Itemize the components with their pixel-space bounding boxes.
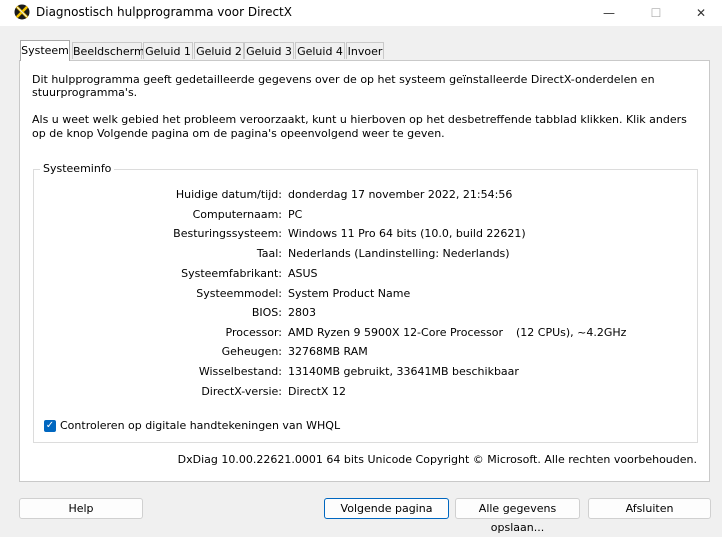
info-label: Besturingssysteem: bbox=[173, 227, 282, 240]
info-row-memory: Geheugen: 32768MB RAM bbox=[34, 345, 694, 363]
info-value-cpu-count: (12 CPUs), ~4.2GHz bbox=[516, 326, 627, 339]
copyright-info: DxDiag 10.00.22621.0001 64 bits Unicode … bbox=[177, 453, 697, 466]
systeminfo-group: Systeeminfo Huidige datum/tijd: donderda… bbox=[33, 162, 698, 443]
minimize-button[interactable]: — bbox=[586, 0, 632, 26]
info-row-bios: BIOS: 2803 bbox=[34, 306, 694, 324]
info-row-pagefile: Wisselbestand: 13140MB gebruikt, 33641MB… bbox=[34, 365, 694, 383]
tab-beeldscherm[interactable]: Beeldscherm bbox=[72, 42, 145, 59]
info-row-directx: DirectX-versie: DirectX 12 bbox=[34, 385, 694, 403]
info-row-manufacturer: Systeemfabrikant: ASUS bbox=[34, 267, 694, 285]
window-title: Diagnostisch hulpprogramma voor DirectX bbox=[36, 5, 292, 19]
info-row-os: Besturingssysteem: Windows 11 Pro 64 bit… bbox=[34, 227, 694, 245]
info-row-computername: Computernaam: PC bbox=[34, 208, 694, 226]
info-row-model: Systeemmodel: System Product Name bbox=[34, 287, 694, 305]
info-value: 32768MB RAM bbox=[288, 345, 368, 358]
info-label: Taal: bbox=[256, 247, 282, 260]
info-label: Geheugen: bbox=[221, 345, 282, 358]
save-all-button[interactable]: Alle gegevens opslaan... bbox=[455, 498, 580, 534]
group-title: Systeeminfo bbox=[40, 162, 115, 175]
directx-icon bbox=[14, 4, 30, 20]
tab-invoer[interactable]: Invoer bbox=[346, 42, 384, 59]
intro-text-1: Dit hulpprogramma geeft gedetailleerde g… bbox=[32, 73, 655, 99]
info-value: Windows 11 Pro 64 bits (10.0, build 2262… bbox=[288, 227, 526, 240]
info-value: donderdag 17 november 2022, 21:54:56 bbox=[288, 188, 513, 201]
exit-button[interactable]: Afsluiten bbox=[588, 498, 711, 519]
info-label: DirectX-versie: bbox=[201, 385, 282, 398]
tab-geluid-3[interactable]: Geluid 3 bbox=[244, 42, 294, 59]
close-button[interactable]: ✕ bbox=[678, 0, 722, 26]
info-label: Systeemmodel: bbox=[196, 287, 282, 300]
info-value: AMD Ryzen 9 5900X 12-Core Processor bbox=[288, 326, 503, 339]
info-value: ASUS bbox=[288, 267, 318, 280]
info-row-date: Huidige datum/tijd: donderdag 17 novembe… bbox=[34, 188, 694, 206]
tab-systeem[interactable]: Systeem bbox=[20, 40, 70, 61]
intro-text-2: Als u weet welk gebied het probleem vero… bbox=[32, 113, 687, 140]
tab-geluid-2[interactable]: Geluid 2 bbox=[194, 42, 244, 59]
info-label: BIOS: bbox=[251, 306, 282, 319]
info-row-processor: Processor: AMD Ryzen 9 5900X 12-Core Pro… bbox=[34, 326, 694, 344]
next-page-button[interactable]: Volgende pagina bbox=[324, 498, 449, 519]
info-label: Wisselbestand: bbox=[198, 365, 282, 378]
maximize-button[interactable]: ☐ bbox=[633, 0, 679, 26]
info-value: DirectX 12 bbox=[288, 385, 346, 398]
info-value: System Product Name bbox=[288, 287, 411, 300]
info-value: 2803 bbox=[288, 306, 316, 319]
info-value: 13140MB gebruikt, 33641MB beschikbaar bbox=[288, 365, 519, 378]
info-label: Processor: bbox=[225, 326, 283, 339]
whql-checkbox[interactable]: ✓ bbox=[44, 420, 56, 432]
tab-geluid-4[interactable]: Geluid 4 bbox=[295, 42, 345, 59]
info-value: Nederlands (Landinstelling: Nederlands) bbox=[288, 247, 510, 260]
tab-panel-systeem: Dit hulpprogramma geeft gedetailleerde g… bbox=[19, 60, 710, 482]
info-value: PC bbox=[288, 208, 303, 221]
help-button[interactable]: Help bbox=[19, 498, 143, 519]
tab-geluid-1[interactable]: Geluid 1 bbox=[143, 42, 193, 59]
info-row-language: Taal: Nederlands (Landinstelling: Nederl… bbox=[34, 247, 694, 265]
whql-checkbox-label[interactable]: Controleren op digitale handtekeningen v… bbox=[60, 419, 340, 432]
info-label: Huidige datum/tijd: bbox=[175, 188, 282, 201]
title-bar: Diagnostisch hulpprogramma voor DirectX … bbox=[0, 0, 722, 26]
info-label: Computernaam: bbox=[192, 208, 282, 221]
info-label: Systeemfabrikant: bbox=[181, 267, 282, 280]
